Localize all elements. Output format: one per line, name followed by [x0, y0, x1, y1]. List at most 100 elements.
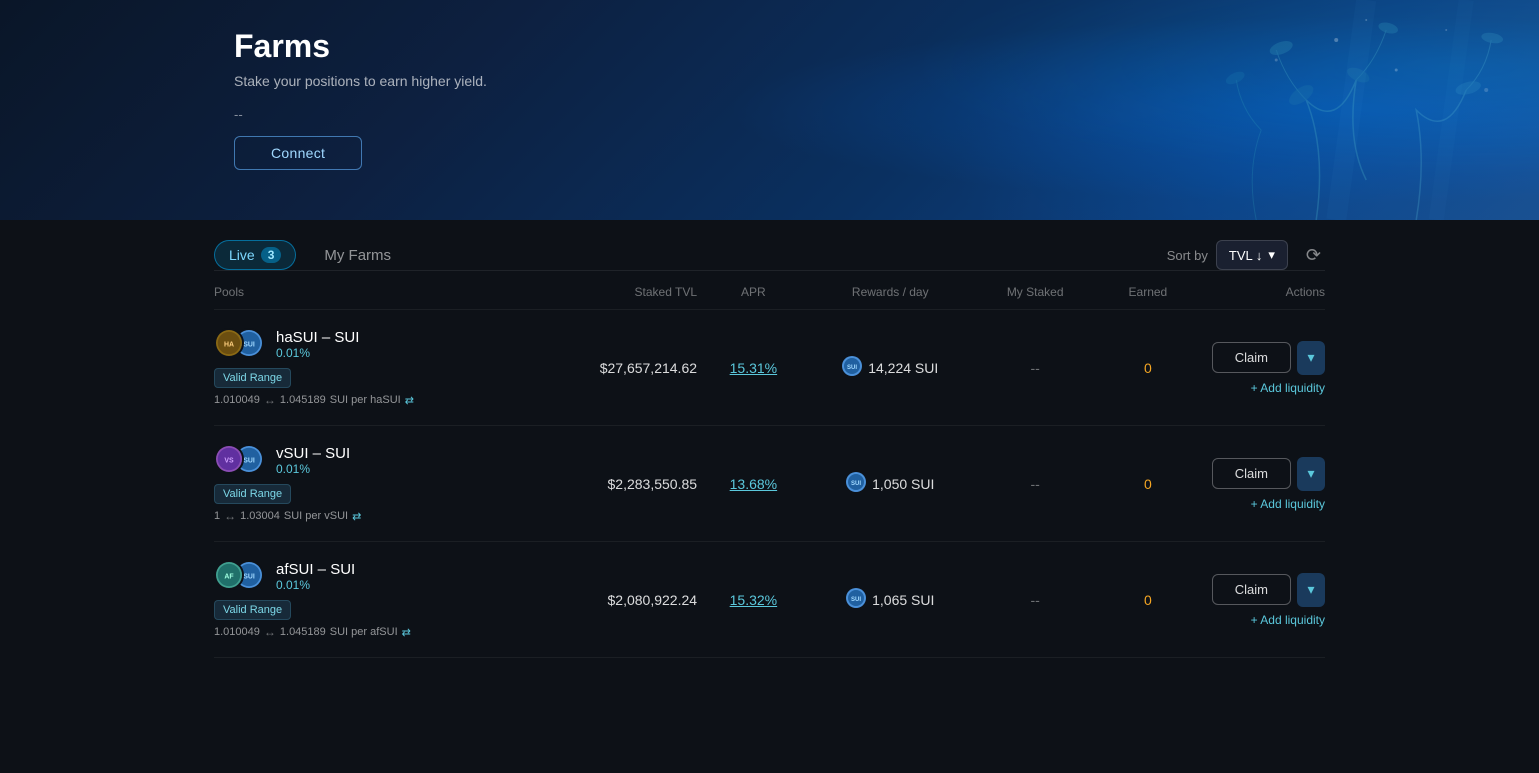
range-arrow-icon: ↔ [224, 509, 236, 523]
header-earned: Earned [1100, 285, 1197, 299]
token-icons-hasui-sui: HA SUI [214, 328, 266, 360]
actions-row-hasui-sui: Claim ▾ [1212, 341, 1325, 375]
swap-icon: ⇄ [402, 626, 411, 639]
farm-name-vsui-sui: vSUI – SUI [276, 445, 350, 462]
refresh-button[interactable]: ⟳ [1302, 242, 1325, 268]
earned-afsui-sui: 0 [1144, 592, 1152, 608]
hero-dashes: -- [234, 107, 1539, 122]
range-values-vsui-sui: 1 ↔ 1.03004 SUI per vSUI ⇄ [214, 509, 536, 523]
rewards-afsui-sui: SUI 1,065 SUI [846, 588, 934, 611]
token-icons-vsui-sui: VS SUI [214, 444, 266, 476]
svg-text:AF: AF [224, 573, 233, 580]
chevron-down-icon: ▾ [1268, 247, 1275, 263]
range-unit: SUI per vSUI [284, 510, 348, 522]
token-icon-1-afsui-sui: AF [214, 560, 244, 590]
page-title: Farms [234, 28, 1539, 65]
valid-range-tag-afsui-sui: Valid Range [214, 600, 291, 620]
tab-my-farms[interactable]: My Farms [320, 241, 395, 270]
tabs-bar: Live 3 My Farms Sort by TVL ↓ ▾ ⟳ [214, 220, 1325, 271]
my-staked-afsui-sui: -- [1031, 592, 1040, 608]
header-actions: Actions [1196, 285, 1325, 299]
svg-text:SUI: SUI [851, 597, 861, 603]
chevron-down-icon: ▾ [1307, 465, 1314, 482]
actions-cell-vsui-sui: Claim ▾ + Add liquidity [1196, 457, 1325, 511]
sort-value: TVL ↓ [1229, 248, 1262, 263]
farm-row-vsui-sui: VS SUI vSUI – SUI 0.01% Valid Range 1 ↔ … [214, 426, 1325, 542]
connect-button[interactable]: Connect [234, 136, 362, 170]
hero-section: Farms Stake your positions to earn highe… [0, 0, 1539, 220]
chevron-down-icon: ▾ [1307, 581, 1314, 598]
svg-text:SUI: SUI [243, 341, 255, 348]
actions-cell-hasui-sui: Claim ▾ + Add liquidity [1196, 341, 1325, 395]
range-unit: SUI per afSUI [330, 626, 398, 638]
svg-text:SUI: SUI [847, 365, 857, 371]
range-arrow-icon: ↔ [264, 625, 276, 639]
farms-list: HA SUI haSUI – SUI 0.01% Valid Range 1.0… [214, 310, 1325, 658]
staked-tvl-hasui-sui: $27,657,214.62 [600, 360, 697, 376]
swap-icon: ⇄ [352, 510, 361, 523]
header-staked-tvl: Staked TVL [536, 285, 697, 299]
svg-text:HA: HA [224, 341, 234, 348]
farm-fee-vsui-sui: 0.01% [276, 462, 350, 476]
sort-select[interactable]: TVL ↓ ▾ [1216, 240, 1288, 270]
dropdown-button-vsui-sui[interactable]: ▾ [1297, 457, 1325, 491]
svg-text:VS: VS [224, 457, 234, 464]
header-pools: Pools [214, 285, 536, 299]
rewards-amount-hasui-sui: 14,224 SUI [868, 360, 938, 376]
rewards-vsui-sui: SUI 1,050 SUI [846, 472, 934, 495]
valid-range-tag-vsui-sui: Valid Range [214, 484, 291, 504]
range-min: 1.010049 [214, 394, 260, 406]
header-my-staked: My Staked [971, 285, 1100, 299]
range-values-hasui-sui: 1.010049 ↔ 1.045189 SUI per haSUI ⇄ [214, 393, 536, 407]
farm-fee-afsui-sui: 0.01% [276, 578, 355, 592]
header-rewards-per-day: Rewards / day [810, 285, 971, 299]
claim-button-afsui-sui[interactable]: Claim [1212, 574, 1291, 605]
range-arrow-icon: ↔ [264, 393, 276, 407]
range-max: 1.045189 [280, 394, 326, 406]
rewards-amount-vsui-sui: 1,050 SUI [872, 476, 934, 492]
farm-pool-info-afsui-sui: AF SUI afSUI – SUI 0.01% Valid Range 1.0… [214, 560, 536, 639]
tab-live[interactable]: Live 3 [214, 240, 296, 270]
token-icon-1-vsui-sui: VS [214, 444, 244, 474]
token-icon-1-hasui-sui: HA [214, 328, 244, 358]
add-liquidity-link-vsui-sui[interactable]: + Add liquidity [1251, 497, 1325, 511]
sort-container: Sort by TVL ↓ ▾ [1167, 240, 1288, 270]
sui-reward-icon-hasui-sui: SUI [842, 356, 862, 379]
svg-text:SUI: SUI [243, 457, 255, 464]
tab-live-label: Live [229, 247, 255, 263]
dropdown-button-hasui-sui[interactable]: ▾ [1297, 341, 1325, 375]
farm-row-afsui-sui: AF SUI afSUI – SUI 0.01% Valid Range 1.0… [214, 542, 1325, 658]
farm-name-afsui-sui: afSUI – SUI [276, 561, 355, 578]
farm-name-hasui-sui: haSUI – SUI [276, 329, 359, 346]
earned-vsui-sui: 0 [1144, 476, 1152, 492]
farms-table: Pools Staked TVL APR Rewards / day My St… [214, 271, 1325, 658]
add-liquidity-link-hasui-sui[interactable]: + Add liquidity [1251, 381, 1325, 395]
my-staked-vsui-sui: -- [1031, 476, 1040, 492]
token-icons-afsui-sui: AF SUI [214, 560, 266, 592]
rewards-amount-afsui-sui: 1,065 SUI [872, 592, 934, 608]
actions-row-afsui-sui: Claim ▾ [1212, 573, 1325, 607]
header-apr: APR [697, 285, 810, 299]
actions-row-vsui-sui: Claim ▾ [1212, 457, 1325, 491]
apr-afsui-sui[interactable]: 15.32% [730, 592, 777, 608]
sui-reward-icon-afsui-sui: SUI [846, 588, 866, 611]
svg-text:SUI: SUI [851, 481, 861, 487]
svg-text:SUI: SUI [243, 573, 255, 580]
sui-reward-icon-vsui-sui: SUI [846, 472, 866, 495]
swap-icon: ⇄ [405, 394, 414, 407]
hero-content: Farms Stake your positions to earn highe… [0, 0, 1539, 170]
claim-button-vsui-sui[interactable]: Claim [1212, 458, 1291, 489]
rewards-hasui-sui: SUI 14,224 SUI [842, 356, 938, 379]
apr-vsui-sui[interactable]: 13.68% [730, 476, 777, 492]
range-min: 1.010049 [214, 626, 260, 638]
range-values-afsui-sui: 1.010049 ↔ 1.045189 SUI per afSUI ⇄ [214, 625, 536, 639]
farm-pool-info-vsui-sui: VS SUI vSUI – SUI 0.01% Valid Range 1 ↔ … [214, 444, 536, 523]
hero-subtitle: Stake your positions to earn higher yiel… [234, 73, 1539, 89]
add-liquidity-link-afsui-sui[interactable]: + Add liquidity [1251, 613, 1325, 627]
chevron-down-icon: ▾ [1307, 349, 1314, 366]
dropdown-button-afsui-sui[interactable]: ▾ [1297, 573, 1325, 607]
claim-button-hasui-sui[interactable]: Claim [1212, 342, 1291, 373]
my-staked-hasui-sui: -- [1031, 360, 1040, 376]
sort-label: Sort by [1167, 248, 1208, 263]
apr-hasui-sui[interactable]: 15.31% [730, 360, 777, 376]
